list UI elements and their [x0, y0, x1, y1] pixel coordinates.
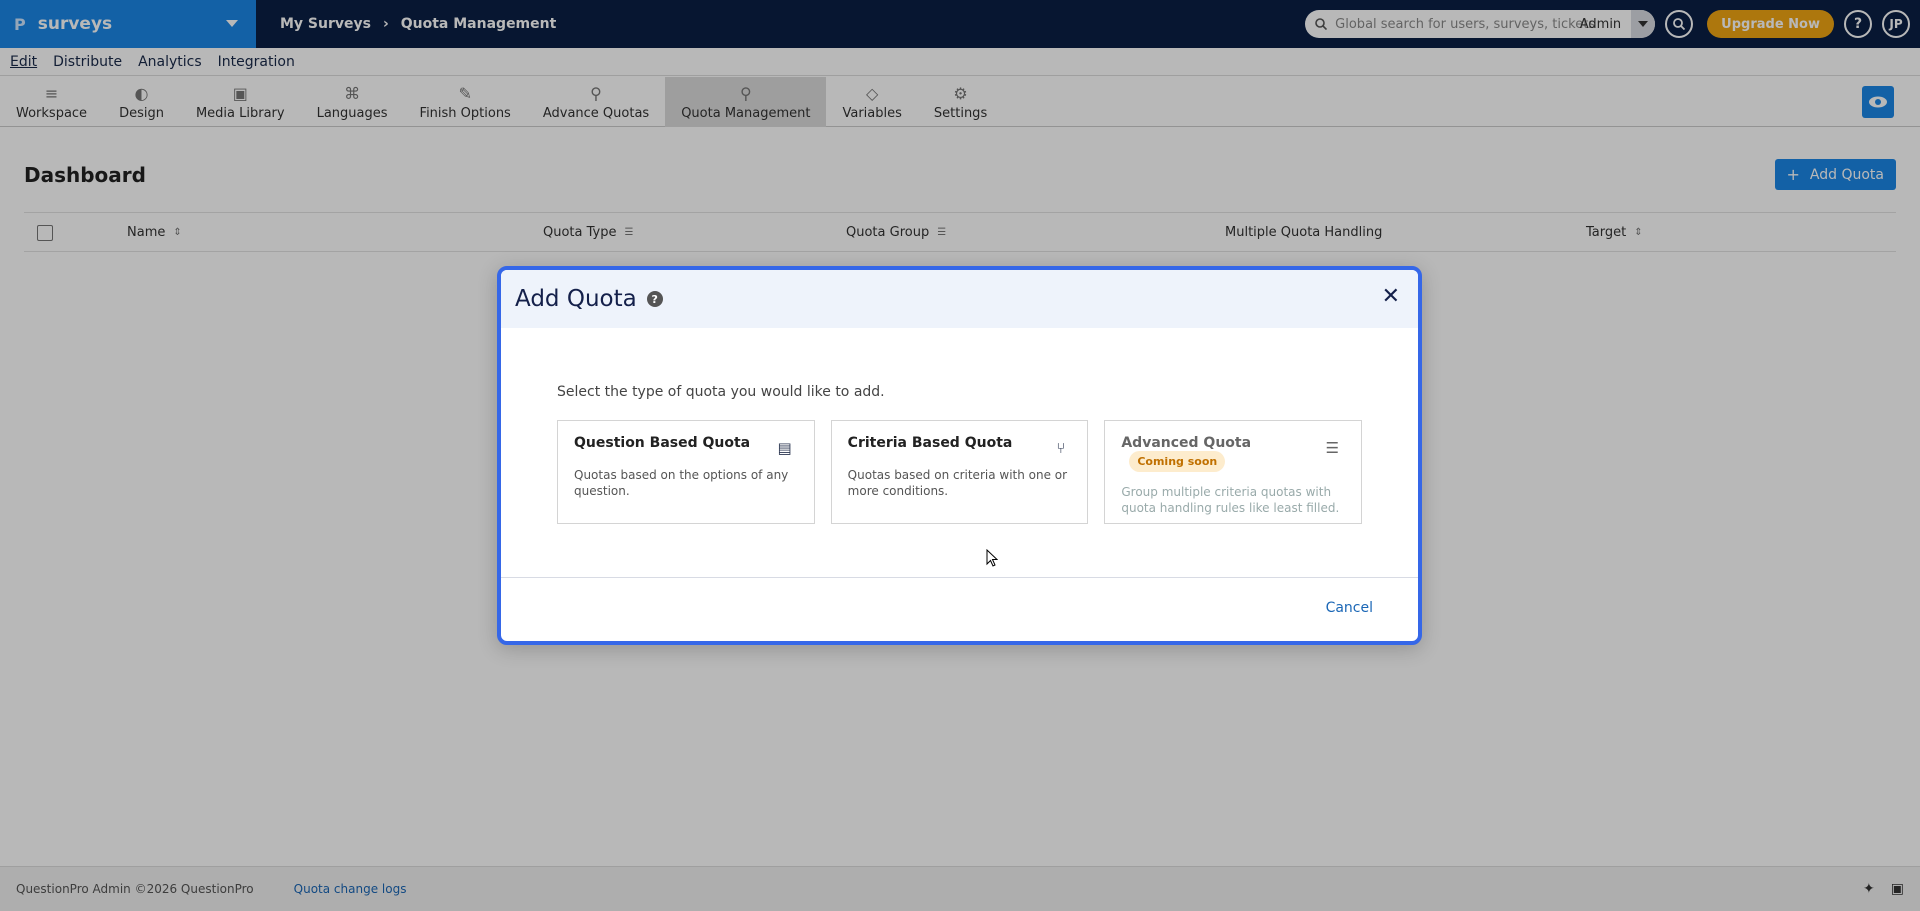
dialog-footer: Cancel: [501, 577, 1418, 641]
branch-icon: ⑂: [1056, 439, 1066, 457]
mouse-cursor-icon: [986, 549, 998, 567]
sliders-icon: ☰: [1325, 439, 1340, 457]
advanced-quota-card: Advanced Quota Coming soon ☰ Group multi…: [1104, 420, 1363, 524]
card-description: Quotas based on criteria with one or mor…: [847, 468, 1068, 498]
card-title-row: Advanced Quota Coming soon: [1121, 435, 1345, 472]
dialog-instructions: Select the type of quota you would like …: [557, 384, 885, 400]
help-icon[interactable]: ?: [646, 291, 663, 307]
table-icon: ▤: [777, 439, 792, 457]
quota-type-options: Question Based Quota ▤ Quotas based on t…: [557, 420, 1363, 524]
card-description: Group multiple criteria quotas with quot…: [1121, 485, 1340, 515]
card-title: Question Based Quota: [574, 435, 751, 451]
dialog-title: Add Quota: [515, 286, 637, 312]
card-title: Criteria Based Quota: [847, 435, 1013, 451]
cancel-button[interactable]: Cancel: [1326, 600, 1373, 616]
dialog-body: Select the type of quota you would like …: [501, 384, 1418, 524]
add-quota-dialog: Add Quota ? ✕ Select the type of quota y…: [497, 266, 1422, 645]
question-based-quota-card[interactable]: Question Based Quota ▤ Quotas based on t…: [557, 420, 815, 524]
criteria-based-quota-card[interactable]: Criteria Based Quota ⑂ Quotas based on c…: [830, 420, 1089, 524]
card-title: Advanced Quota: [1121, 435, 1252, 451]
card-description: Quotas based on the options of any quest…: [574, 468, 789, 498]
coming-soon-badge: Coming soon: [1129, 451, 1226, 472]
dialog-header: Add Quota ? ✕: [501, 270, 1418, 328]
close-icon[interactable]: ✕: [1382, 284, 1400, 309]
